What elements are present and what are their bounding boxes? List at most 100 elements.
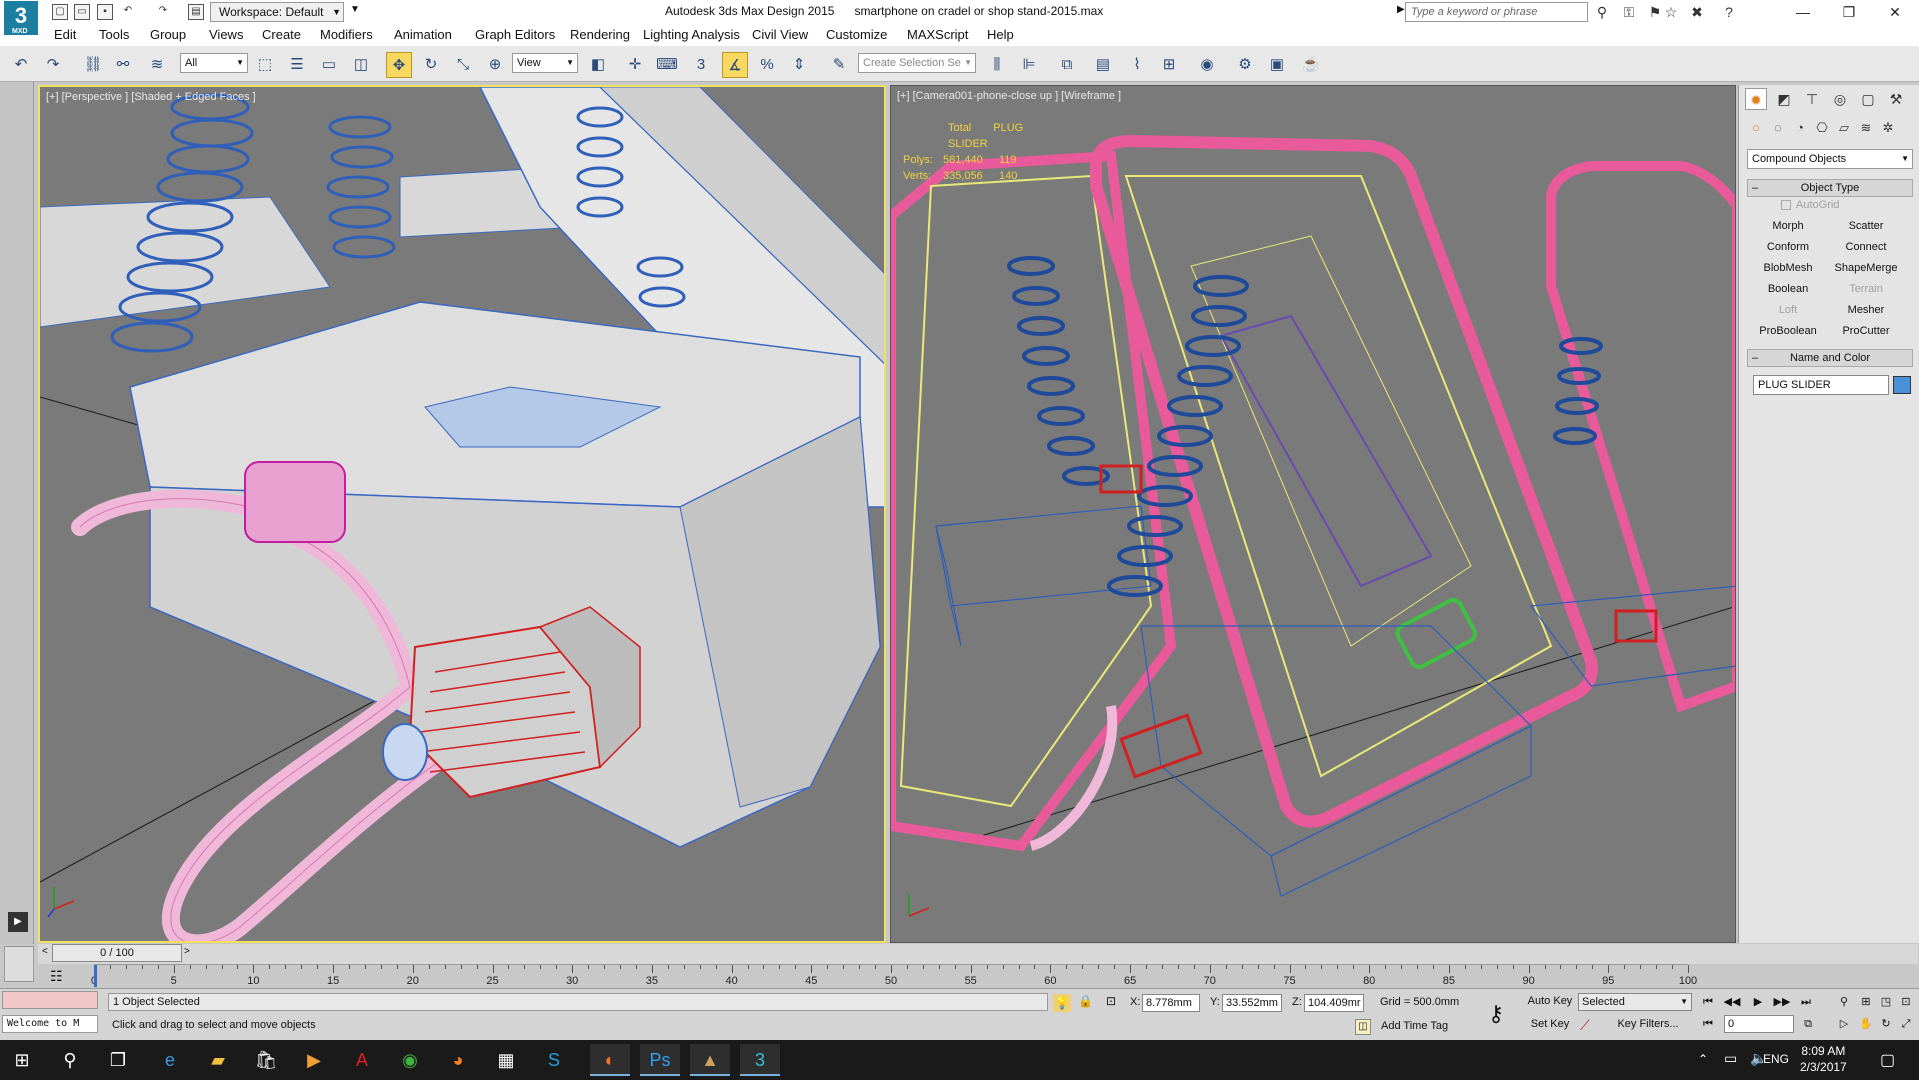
viewport-perspective[interactable]: [+] [Perspective ] [Shaded + Edged Faces… <box>38 85 886 943</box>
bind-spacewarp-icon[interactable]: ≋ <box>144 52 170 78</box>
project-folder-icon[interactable]: ▤ <box>188 4 204 20</box>
menu-modifiers[interactable]: Modifiers <box>320 27 373 42</box>
play-arrow-icon[interactable]: ▶ <box>8 912 28 932</box>
lights-icon[interactable]: ◔ <box>1789 117 1811 139</box>
zoom-all-icon[interactable]: ⊞ <box>1856 993 1876 1011</box>
window-crossing-icon[interactable]: ◫ <box>348 52 374 78</box>
motion-tab-icon[interactable]: ◎ <box>1829 88 1851 110</box>
previous-frame-icon[interactable]: ◀◀ <box>1722 993 1742 1011</box>
task-view-icon[interactable]: ❐ <box>98 1044 138 1076</box>
undo-icon[interactable]: ↶ <box>120 4 136 20</box>
add-time-tag[interactable]: Add Time Tag <box>1381 1020 1448 1032</box>
connect-button[interactable]: Connect <box>1829 238 1903 256</box>
viewport-label[interactable]: [+] [Camera001-phone-close up ] [Wirefra… <box>897 90 1121 102</box>
boolean-button[interactable]: Boolean <box>1751 280 1825 298</box>
space-warps-icon[interactable]: ≋ <box>1855 117 1877 139</box>
systems-icon[interactable]: ✲ <box>1877 117 1899 139</box>
toggle-ribbon-icon[interactable]: ▤ <box>1090 52 1116 78</box>
media-app-icon[interactable]: ◐ <box>590 1044 630 1076</box>
field-of-view-icon[interactable]: ▷ <box>1834 1015 1854 1033</box>
conform-button[interactable]: Conform <box>1751 238 1825 256</box>
zoom-icon[interactable]: ⚲ <box>1834 993 1854 1011</box>
pdf-reader-icon[interactable]: A <box>342 1044 382 1076</box>
render-setup-icon[interactable]: ⚙ <box>1232 52 1258 78</box>
angle-snap-icon[interactable]: ∡ <box>722 52 748 78</box>
scatter-button[interactable]: Scatter <box>1829 217 1903 235</box>
zoom-extents-icon[interactable]: ◳ <box>1876 993 1896 1011</box>
new-file-icon[interactable]: ▢ <box>52 4 68 20</box>
current-frame-input[interactable]: 0 <box>1724 1015 1794 1033</box>
help-icon[interactable]: ? <box>1720 3 1738 21</box>
helpers-icon[interactable]: ▱ <box>1833 117 1855 139</box>
proboolean-button[interactable]: ProBoolean <box>1751 322 1825 340</box>
next-frame-icon[interactable]: ▶▶ <box>1772 993 1792 1011</box>
select-and-move-icon[interactable]: ✥ <box>386 52 412 78</box>
next-frame-arrow-icon[interactable]: > <box>184 946 190 957</box>
edge-browser-icon[interactable]: e <box>150 1044 190 1076</box>
mini-curve-editor-button[interactable] <box>4 946 34 982</box>
procutter-button[interactable]: ProCutter <box>1829 322 1903 340</box>
rectangular-selection-icon[interactable]: ▭ <box>316 52 342 78</box>
search-input[interactable]: Type a keyword or phrase <box>1405 2 1588 22</box>
save-file-icon[interactable]: ▪ <box>97 4 113 20</box>
maximize-viewport-icon[interactable]: ⤢ <box>1896 1015 1916 1033</box>
select-by-name-icon[interactable]: ☰ <box>284 52 310 78</box>
photoshop-icon[interactable]: Ps <box>640 1044 680 1076</box>
go-to-end-icon[interactable]: ⏭ <box>1796 993 1816 1011</box>
close-button[interactable]: ✕ <box>1872 0 1918 24</box>
mirror-icon[interactable]: ⫼ <box>984 52 1010 78</box>
track-bar[interactable]: 0510152025303540455055606570758085909510… <box>91 964 1697 988</box>
current-frame-marker[interactable] <box>94 965 97 987</box>
close-x-icon[interactable]: ✖ <box>1688 3 1706 21</box>
network-icon[interactable]: ▭ <box>1724 1050 1737 1067</box>
geometry-icon[interactable]: ○ <box>1745 117 1767 139</box>
spinner-snap-icon[interactable]: ⇕ <box>786 52 812 78</box>
manipulate-icon[interactable]: ✛ <box>622 52 648 78</box>
keyboard-shortcut-icon[interactable]: ⌨ <box>654 52 680 78</box>
go-to-start-icon[interactable]: ⏮ <box>1698 993 1718 1011</box>
category-dropdown[interactable]: Compound Objects ▼ <box>1747 149 1913 169</box>
binoculars-icon[interactable]: ⚲ <box>1593 3 1611 21</box>
autogrid-checkbox[interactable]: AutoGrid <box>1781 199 1839 211</box>
x-coordinate-input[interactable]: 8.778mm <box>1142 994 1200 1012</box>
layer-explorer-icon[interactable]: ⧉ <box>1054 52 1080 78</box>
time-slider[interactable]: 0 / 100 <box>52 944 182 962</box>
cameras-icon[interactable]: ⎔ <box>1811 117 1833 139</box>
media-player-icon[interactable]: ▶ <box>294 1044 334 1076</box>
key-filters-button[interactable]: Key Filters... <box>1608 1015 1688 1035</box>
tray-chevron-icon[interactable]: ⌃ <box>1698 1052 1708 1066</box>
time-configuration-icon[interactable]: ⧉ <box>1798 1015 1818 1033</box>
workspace-dropdown[interactable]: Workspace: Default ▼ <box>210 2 344 22</box>
mesher-button[interactable]: Mesher <box>1829 301 1903 319</box>
chevron-down-icon[interactable]: ▼ <box>350 4 360 15</box>
firefox-icon[interactable]: ◕ <box>438 1044 478 1076</box>
chrome-icon[interactable]: ◉ <box>390 1044 430 1076</box>
menu-views[interactable]: Views <box>209 27 243 42</box>
pan-view-icon[interactable]: ✋ <box>1856 1015 1876 1033</box>
store-icon[interactable]: 🛍 <box>246 1044 286 1076</box>
search-icon[interactable]: ⚲ <box>50 1044 90 1076</box>
rendered-frame-window-icon[interactable]: ▣ <box>1264 52 1290 78</box>
action-center-icon[interactable]: ▢ <box>1880 1050 1895 1070</box>
morph-button[interactable]: Morph <box>1751 217 1825 235</box>
3dsmax-icon[interactable]: 3 <box>740 1044 780 1076</box>
redo-icon[interactable]: ↷ <box>155 4 171 20</box>
subscription-icon[interactable]: ⚿ <box>1620 3 1638 21</box>
viewport-camera[interactable]: [+] [Camera001-phone-close up ] [Wirefra… <box>890 85 1736 943</box>
menu-customize[interactable]: Customize <box>826 27 887 42</box>
y-coordinate-input[interactable]: 33.552mm <box>1222 994 1282 1012</box>
object-color-swatch[interactable] <box>1893 376 1911 394</box>
menu-help[interactable]: Help <box>987 27 1014 42</box>
orbit-icon[interactable]: ↻ <box>1876 1015 1896 1033</box>
menu-rendering[interactable]: Rendering <box>570 27 630 42</box>
z-coordinate-input[interactable]: 104.409mr <box>1304 994 1364 1012</box>
edit-named-selection-icon[interactable]: ✎ <box>826 52 852 78</box>
curve-editor-icon[interactable]: ⌇ <box>1124 52 1150 78</box>
shapes-icon[interactable]: ◌ <box>1767 117 1789 139</box>
menu-animation[interactable]: Animation <box>394 27 452 42</box>
link-icon[interactable]: ⛓ <box>80 52 106 78</box>
time-tag-icon[interactable]: ◫ <box>1355 1019 1371 1035</box>
set-key-mode-icon[interactable]: ⚷ <box>1488 1001 1504 1027</box>
key-mode-dropdown[interactable]: Selected ▼ <box>1578 993 1692 1011</box>
select-and-scale-icon[interactable]: ⤡ <box>450 52 476 78</box>
